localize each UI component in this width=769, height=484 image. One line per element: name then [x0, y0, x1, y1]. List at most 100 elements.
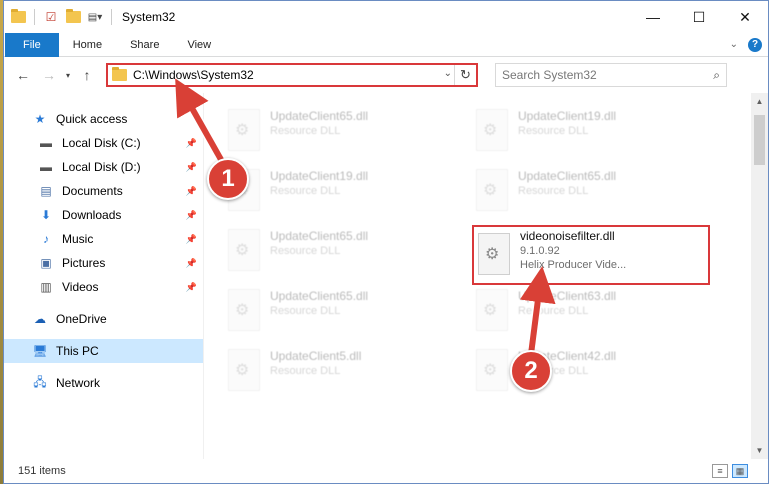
pin-icon[interactable]: 📌 — [186, 258, 197, 269]
help-icon[interactable]: ? — [748, 37, 762, 52]
file-item-videonoisefilter[interactable]: videonoisefilter.dll 9.1.0.92 Helix Prod… — [472, 225, 710, 285]
scroll-thumb[interactable] — [754, 115, 765, 165]
caption-buttons: — ☐ ✕ — [630, 1, 768, 33]
recent-locations-icon[interactable]: ▾ — [62, 62, 74, 88]
file-item[interactable]: UpdateClient5.dll Resource DLL — [224, 343, 454, 401]
dll-file-icon — [476, 349, 508, 391]
chevron-down-icon[interactable]: ⌄ — [444, 68, 452, 79]
minimize-button[interactable]: — — [630, 1, 676, 33]
sidebar-item-label: Local Disk (D:) — [62, 160, 141, 174]
sidebar-item-music[interactable]: ♪ Music 📌 — [4, 227, 203, 251]
sidebar-item-local-disk-c[interactable]: ▬ Local Disk (C:) 📌 — [4, 131, 203, 155]
back-button[interactable]: ← — [10, 62, 36, 88]
sidebar-item-videos[interactable]: ▥ Videos 📌 — [4, 275, 203, 299]
file-description: Helix Producer Vide... — [520, 259, 627, 271]
step-1-callout: 1 — [207, 158, 249, 200]
file-list: UpdateClient65.dll Resource DLL UpdateCli… — [204, 93, 768, 459]
view-toggle: ≡ ▦ — [712, 464, 768, 478]
item-count: 151 items — [18, 465, 66, 477]
sidebar-item-local-disk-d[interactable]: ▬ Local Disk (D:) 📌 — [4, 155, 203, 179]
up-button[interactable]: ↑ — [74, 62, 100, 88]
pin-icon[interactable]: 📌 — [186, 282, 197, 293]
maximize-button[interactable]: ☐ — [676, 1, 722, 33]
file-item[interactable]: UpdateClient63.dll Resource DLL — [472, 283, 702, 341]
vertical-scrollbar[interactable]: ▲ ▼ — [751, 93, 768, 459]
file-name: UpdateClient65.dll — [270, 289, 369, 303]
document-icon: ▤ — [40, 184, 52, 198]
pin-icon[interactable]: 📌 — [186, 138, 197, 149]
sidebar-item-label: Network — [56, 376, 101, 390]
file-item[interactable]: UpdateClient65.dll Resource DLL — [224, 223, 454, 281]
music-icon: ♪ — [43, 232, 49, 246]
window-title: System32 — [122, 10, 176, 24]
address-bar[interactable]: C:\Windows\System32 ⌄ ↻ — [106, 63, 478, 87]
file-name: videonoisefilter.dll — [520, 229, 615, 243]
tab-home[interactable]: Home — [59, 33, 116, 57]
sidebar-item-pictures[interactable]: ▣ Pictures 📌 — [4, 251, 203, 275]
new-folder-icon[interactable] — [65, 9, 81, 25]
tab-share[interactable]: Share — [116, 33, 173, 57]
pin-icon[interactable]: 📌 — [186, 186, 197, 197]
title-bar: ☑ ▤▾ System32 — ☐ ✕ — [4, 1, 768, 33]
pin-icon[interactable]: 📌 — [186, 234, 197, 245]
sidebar-item-this-pc[interactable]: 🖥 This PC — [4, 339, 203, 363]
main-area: ★ Quick access ▬ Local Disk (C:) 📌 ▬ Loc… — [4, 93, 768, 459]
search-input[interactable]: Search System32 ⌕ — [495, 63, 727, 87]
tab-view[interactable]: View — [173, 33, 225, 57]
sidebar-item-label: This PC — [56, 344, 99, 358]
details-view-icon[interactable]: ≡ — [712, 464, 728, 478]
tiles-view-icon[interactable]: ▦ — [732, 464, 748, 478]
file-item[interactable]: UpdateClient65.dll Resource DLL — [224, 103, 454, 161]
sidebar-item-quick-access[interactable]: ★ Quick access — [4, 107, 203, 131]
sidebar-item-network[interactable]: 🖧 Network — [4, 371, 203, 395]
forward-button[interactable]: → — [36, 62, 62, 88]
sidebar-item-label: Local Disk (C:) — [62, 136, 141, 150]
divider — [111, 9, 112, 25]
close-button[interactable]: ✕ — [722, 1, 768, 33]
file-name: UpdateClient19.dll — [518, 109, 617, 123]
file-type: Resource DLL — [270, 365, 341, 377]
sidebar-item-documents[interactable]: ▤ Documents 📌 — [4, 179, 203, 203]
pin-icon[interactable]: 📌 — [186, 162, 197, 173]
file-type: Resource DLL — [270, 185, 341, 197]
scroll-up-icon[interactable]: ▲ — [751, 93, 768, 110]
sidebar-item-label: Music — [62, 232, 94, 246]
computer-icon: 🖥 — [32, 344, 48, 358]
file-name: UpdateClient65.dll — [270, 229, 369, 243]
scroll-down-icon[interactable]: ▼ — [751, 442, 768, 459]
status-bar: 151 items ≡ ▦ — [4, 459, 768, 483]
pin-icon[interactable]: 📌 — [186, 210, 197, 221]
properties-icon[interactable]: ☑ — [43, 9, 59, 25]
sidebar-item-onedrive[interactable]: ☁ OneDrive — [4, 307, 203, 331]
sidebar-item-label: Videos — [62, 280, 99, 294]
file-name: UpdateClient63.dll — [518, 289, 617, 303]
dll-file-icon — [478, 233, 510, 275]
sidebar-item-label: Documents — [62, 184, 123, 198]
drive-icon: ▬ — [40, 160, 52, 174]
file-type: Resource DLL — [518, 125, 589, 137]
quick-access-toolbar: ☑ ▤▾ — [4, 9, 114, 25]
expand-ribbon-icon[interactable]: ⌄ — [730, 39, 738, 50]
sidebar-item-label: Downloads — [62, 208, 122, 222]
search-icon: ⌕ — [713, 68, 720, 82]
sidebar-item-label: Quick access — [56, 112, 128, 126]
file-type: Resource DLL — [270, 125, 341, 137]
dll-file-icon — [476, 169, 508, 211]
dll-file-icon — [476, 109, 508, 151]
file-item[interactable]: UpdateClient65.dll Resource DLL — [472, 163, 702, 221]
file-item[interactable]: UpdateClient42.dllResource DLL — [472, 343, 702, 401]
sidebar-item-downloads[interactable]: ⬇ Downloads 📌 — [4, 203, 203, 227]
file-type: Resource DLL — [270, 245, 341, 257]
tab-file[interactable]: File — [5, 32, 59, 57]
file-item[interactable]: UpdateClient65.dll Resource DLL — [224, 283, 454, 341]
dll-file-icon — [228, 109, 260, 151]
step-2-callout: 2 — [510, 350, 552, 392]
file-name: UpdateClient19.dll — [270, 169, 369, 183]
file-item[interactable]: UpdateClient19.dll Resource DLL — [224, 163, 454, 221]
file-item[interactable]: UpdateClient19.dll Resource DLL — [472, 103, 702, 161]
pictures-icon: ▣ — [40, 256, 52, 270]
video-icon: ▥ — [40, 280, 52, 294]
customize-toolbar-icon[interactable]: ▤▾ — [87, 9, 103, 25]
refresh-button[interactable]: ↻ — [454, 65, 476, 85]
dll-file-icon — [228, 289, 260, 331]
